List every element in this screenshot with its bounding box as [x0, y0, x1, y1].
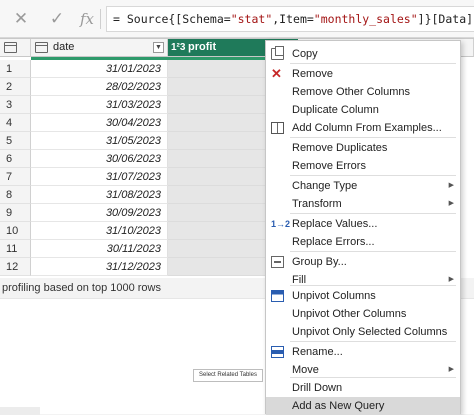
menu-separator [290, 137, 456, 138]
formula-schema: "stat" [230, 12, 273, 26]
column-header-label: profit [188, 41, 217, 53]
date-cell[interactable]: 30/09/2023 [31, 204, 168, 222]
row-number[interactable]: 9 [0, 204, 31, 222]
column-header-date[interactable]: date ▼ [31, 39, 168, 57]
menu-item-label: Group By... [292, 256, 347, 268]
menu-separator [290, 63, 456, 64]
close-icon[interactable]: ✕ [10, 8, 32, 30]
menu-item-label: Copy [292, 48, 318, 60]
menu-item-drill-down[interactable]: Drill Down [266, 379, 460, 397]
row-number[interactable]: 10 [0, 222, 31, 240]
menu-separator [290, 175, 456, 176]
table-menu-corner[interactable] [0, 39, 31, 57]
menu-item-change-type[interactable]: Change Type ▶ [266, 177, 460, 195]
menu-item-label: Replace Values... [292, 218, 378, 230]
filter-dropdown-icon[interactable]: ▼ [153, 42, 164, 53]
menu-item-label: Replace Errors... [292, 236, 375, 248]
date-type-icon[interactable] [35, 42, 48, 53]
remove-icon: ✕ [271, 66, 282, 81]
date-cell[interactable]: 31/03/2023 [31, 96, 168, 114]
rename-icon [271, 346, 284, 358]
date-cell[interactable]: 30/11/2023 [31, 240, 168, 258]
row-number[interactable]: 2 [0, 78, 31, 96]
menu-item-label: Rename... [292, 346, 343, 358]
menu-item-label: Add Column From Examples... [292, 122, 442, 134]
menu-item-group-by[interactable]: Group By... [266, 253, 460, 271]
row-number[interactable]: 8 [0, 186, 31, 204]
row-number[interactable]: 6 [0, 150, 31, 168]
row-number[interactable]: 3 [0, 96, 31, 114]
copy-icon [271, 46, 284, 60]
submenu-arrow-icon: ▶ [448, 182, 454, 189]
menu-item-add-as-new-query[interactable]: Add as New Query [266, 397, 460, 415]
row-number[interactable]: 5 [0, 132, 31, 150]
menu-separator [290, 251, 456, 252]
menu-item-label: Add as New Query [292, 400, 385, 412]
date-cell[interactable]: 31/05/2023 [31, 132, 168, 150]
formula-divider [100, 9, 101, 29]
date-cell[interactable]: 31/12/2023 [31, 258, 168, 276]
date-cell[interactable]: 30/04/2023 [31, 114, 168, 132]
row-number[interactable]: 11 [0, 240, 31, 258]
menu-item-remove[interactable]: ✕ Remove [266, 65, 460, 83]
menu-item-remove-errors[interactable]: Remove Errors [266, 157, 460, 175]
fx-icon[interactable]: fx [76, 8, 98, 30]
menu-item-add-column-from-examples[interactable]: Add Column From Examples... [266, 119, 460, 137]
menu-item-label: Unpivot Only Selected Columns [292, 326, 448, 338]
formula-input[interactable]: = Source{[Schema="stat",Item="monthly_sa… [106, 6, 474, 32]
row-number[interactable]: 7 [0, 168, 31, 186]
formula-suffix: ]}[Data] [417, 12, 474, 26]
menu-item-label: Remove Other Columns [292, 86, 410, 98]
menu-item-label: Move [292, 364, 319, 376]
row-number[interactable]: 4 [0, 114, 31, 132]
table-icon [4, 42, 17, 53]
row-number[interactable]: 1 [0, 60, 31, 78]
select-related-tables-button[interactable]: Select Related Tables [193, 369, 263, 382]
formula-prefix: = Source{[Schema= [113, 12, 231, 26]
date-cell[interactable]: 31/01/2023 [31, 60, 168, 78]
row-number[interactable]: 12 [0, 258, 31, 276]
menu-item-remove-other-columns[interactable]: Remove Other Columns [266, 83, 460, 101]
date-cell[interactable]: 31/07/2023 [31, 168, 168, 186]
menu-item-label: Drill Down [292, 382, 343, 394]
menu-separator [290, 341, 456, 342]
column-header-label: date [53, 41, 75, 53]
menu-separator [290, 377, 456, 378]
menu-item-unpivot-only-selected-columns[interactable]: Unpivot Only Selected Columns [266, 323, 460, 341]
examples-icon [271, 122, 284, 134]
menu-item-transform[interactable]: Transform ▶ [266, 195, 460, 213]
date-cell[interactable]: 28/02/2023 [31, 78, 168, 96]
menu-item-label: Remove [292, 68, 333, 80]
formula-bar: ✕ ✓ fx = Source{[Schema="stat",Item="mon… [0, 0, 474, 38]
menu-separator [290, 213, 456, 214]
number-type-icon[interactable]: 1²3 [171, 39, 185, 56]
menu-item-duplicate-column[interactable]: Duplicate Column [266, 101, 460, 119]
menu-item-replace-values[interactable]: 1→2 Replace Values... [266, 215, 460, 233]
column-context-menu: Copy ✕ Remove Remove Other Columns Duplicate… [265, 40, 461, 415]
date-cell[interactable]: 30/06/2023 [31, 150, 168, 168]
menu-item-label: Transform [292, 198, 342, 210]
formula-item: "monthly_sales" [313, 12, 418, 26]
menu-item-replace-errors[interactable]: Replace Errors... [266, 233, 460, 251]
check-icon[interactable]: ✓ [46, 8, 68, 30]
menu-item-unpivot-other-columns[interactable]: Unpivot Other Columns [266, 305, 460, 323]
date-cell[interactable]: 31/10/2023 [31, 222, 168, 240]
menu-item-label: Remove Errors [292, 160, 366, 172]
menu-item-copy[interactable]: Copy [266, 45, 460, 63]
menu-item-label: Duplicate Column [292, 104, 379, 116]
replace-icon: 1→2 [271, 219, 291, 229]
menu-item-remove-duplicates[interactable]: Remove Duplicates [266, 139, 460, 157]
date-cell[interactable]: 31/08/2023 [31, 186, 168, 204]
unpivot-icon [271, 290, 284, 302]
menu-separator [290, 285, 456, 286]
group-icon [271, 256, 284, 268]
menu-item-label: Remove Duplicates [292, 142, 388, 154]
submenu-arrow-icon: ▶ [448, 200, 454, 207]
menu-item-label: Unpivot Columns [292, 290, 376, 302]
menu-item-rename[interactable]: Rename... [266, 343, 460, 361]
menu-item-unpivot-columns[interactable]: Unpivot Columns [266, 287, 460, 305]
menu-item-label: Unpivot Other Columns [292, 308, 407, 320]
menu-item-label: Change Type [292, 180, 358, 192]
formula-mid: ,Item= [272, 12, 314, 26]
